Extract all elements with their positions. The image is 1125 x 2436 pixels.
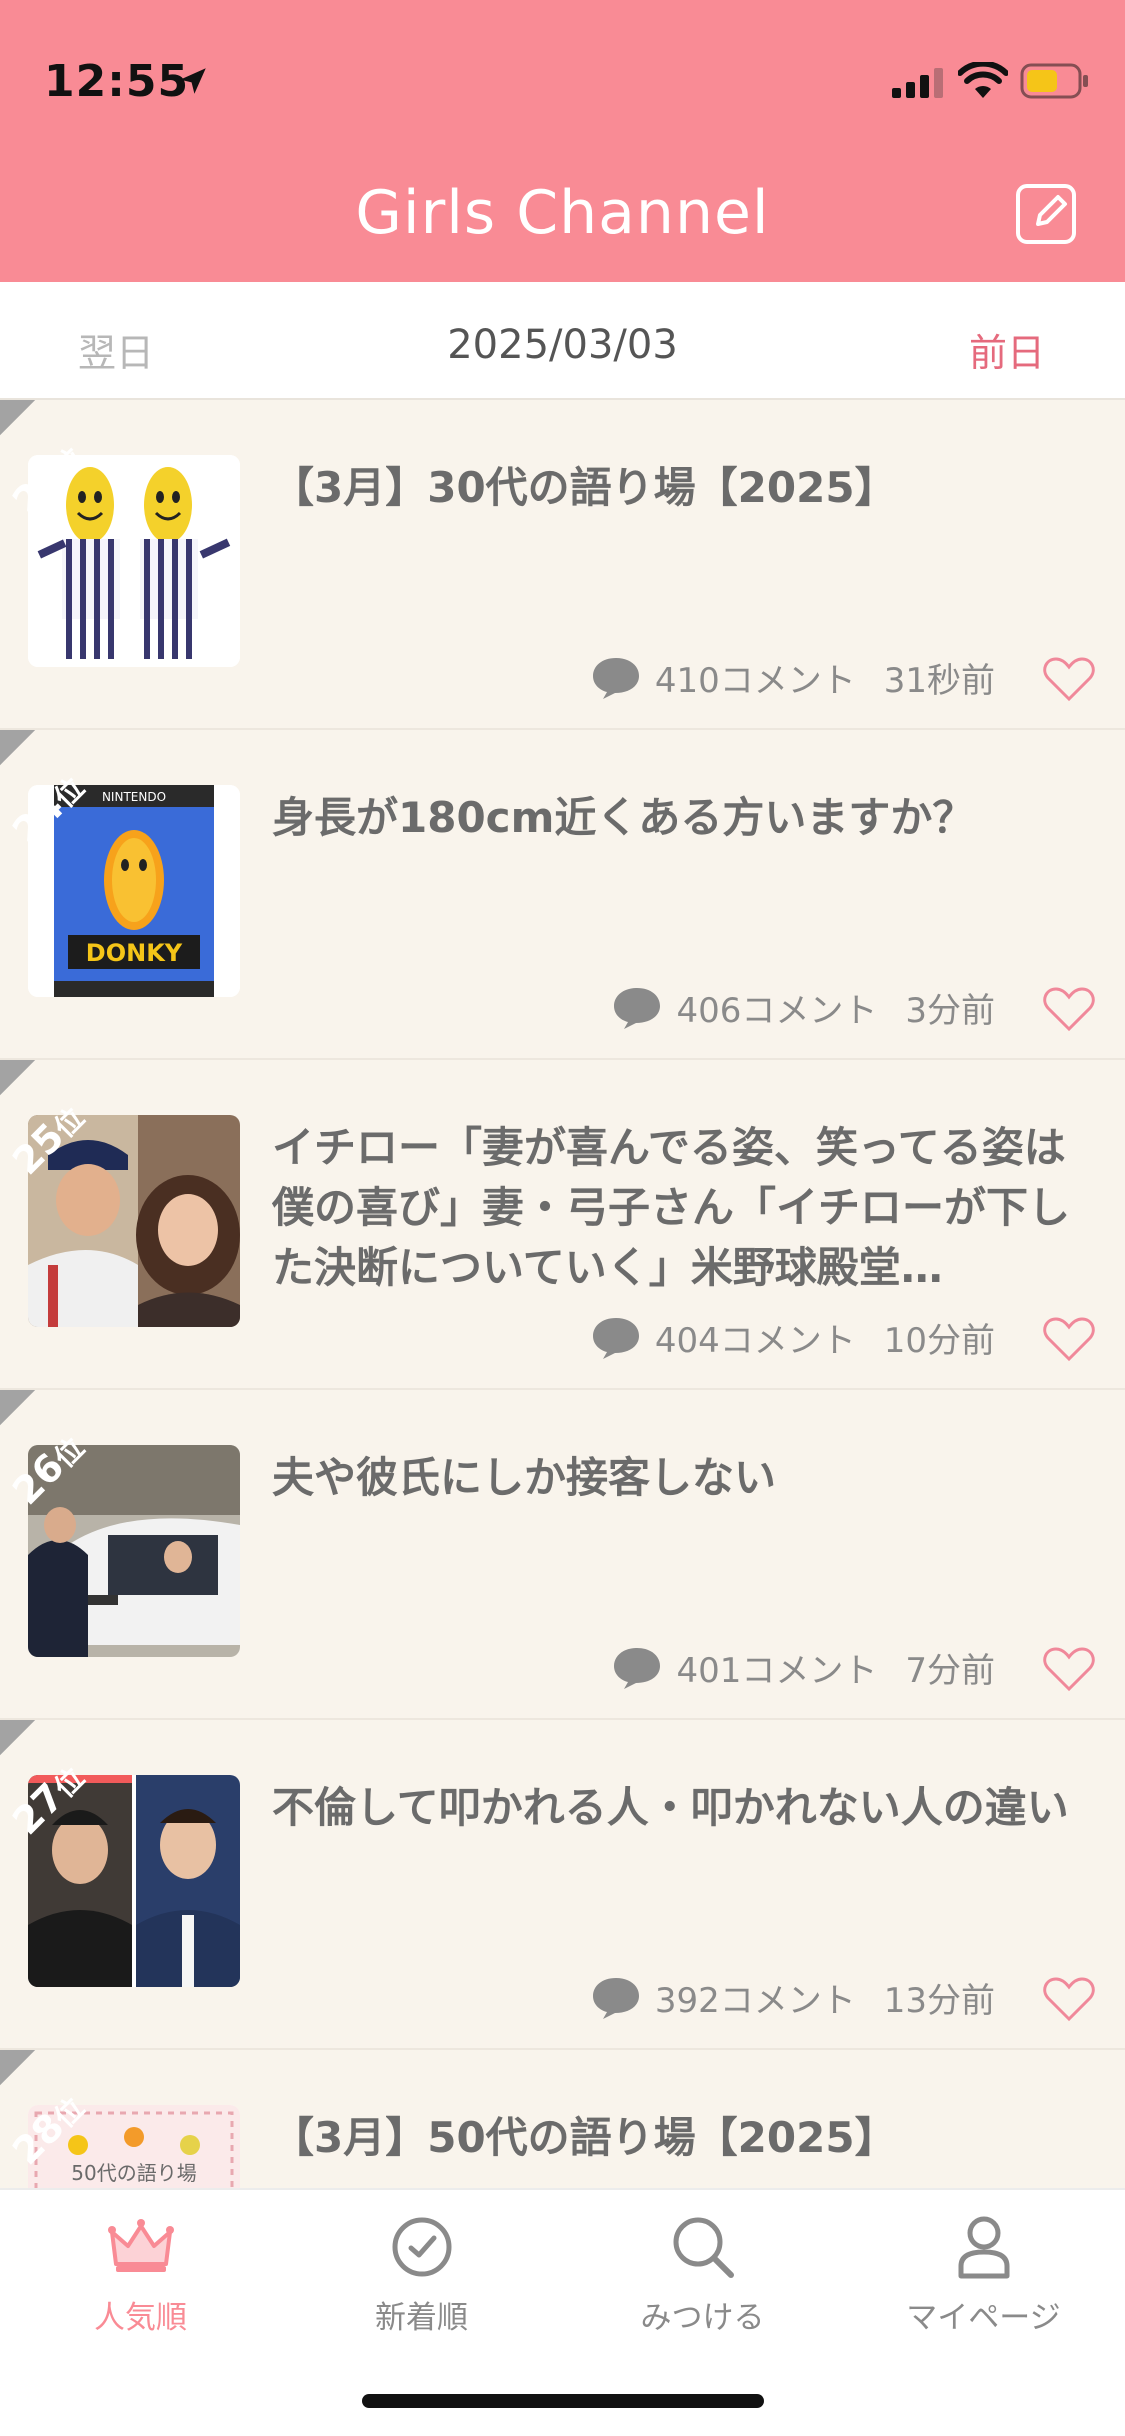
topic-meta: 406コメント 3分前 [612,983,995,1032]
post-time: 7分前 [905,1651,995,1691]
heart-icon[interactable] [1043,1316,1095,1362]
topic-title: 【3月】50代の語り場【2025】 [272,2113,897,2162]
post-time: 10分前 [883,1321,995,1361]
post-time: 13分前 [883,1981,995,2021]
topic-item[interactable]: 27位 不倫して叩かれる人・叩かれない人の違い 392コメント 13分前 [0,1720,1125,2050]
comment-icon [614,1647,661,1689]
post-time: 31秒前 [883,661,995,701]
heart-icon[interactable] [1043,1976,1095,2022]
status-time: 12:55 [44,56,190,107]
topic-item[interactable]: NINTENDO DONKY 24位 身長が180cm近くある方いますか？ 40… [0,730,1125,1060]
tab-label: みつける [640,2300,765,2336]
crown-icon [107,2219,174,2272]
comment-count: 410コメント [654,661,856,701]
battery-icon [1020,63,1088,99]
compose-icon[interactable] [1014,182,1078,246]
tab-label: マイページ [906,2300,1061,2336]
topic-meta: 404コメント 10分前 [591,1313,995,1362]
app-header: 12:55 Girls Channel [0,0,1125,282]
app-title: Girls Channel [355,178,770,248]
topic-title: 不倫して叩かれる人・叩かれない人の違い [272,1783,1069,1832]
tab-label: 新着順 [375,2300,468,2336]
cellular-signal-icon [892,68,943,98]
rank-badge: 27位 [0,1720,150,1870]
topic-title: 身長が180cm近くある方いますか？ [272,793,975,842]
rank-badge: 25位 [0,1060,150,1210]
rank-badge: 28位 [0,2050,150,2188]
date-navigation: 翌日 2025/03/03 前日 [0,282,1125,400]
home-indicator [362,2394,764,2408]
topic-meta: 401コメント 7分前 [612,1643,995,1692]
topic-item[interactable]: 50代の語り場 28位 【3月】50代の語り場【2025】 [0,2050,1125,2188]
tab-new[interactable]: 新着順 [281,2214,562,2337]
tab-mypage[interactable]: マイページ [843,2214,1124,2337]
comment-count: 404コメント [654,1321,856,1361]
heart-icon[interactable] [1043,656,1095,702]
clock-icon [392,2217,451,2277]
comment-count: 392コメント [654,1981,856,2021]
topic-title: イチロー「妻が喜んでる姿、笑ってる姿は僕の喜び」妻・弓子さん「イチローが下した決… [272,1123,1071,1292]
rank-badge: 23位 [0,400,150,550]
rank-badge: 24位 [0,730,150,880]
post-time: 3分前 [905,991,995,1031]
wifi-icon [958,62,1008,98]
topic-item[interactable]: 26位 夫や彼氏にしか接客しない 401コメント 7分前 [0,1390,1125,1720]
tab-discover[interactable]: みつける [562,2214,843,2337]
topic-item[interactable]: 25位 イチロー「妻が喜んでる姿、笑ってる姿は僕の喜び」妻・弓子さん「イチローが… [0,1060,1125,1390]
location-arrow-icon [180,68,206,94]
previous-day-button[interactable]: 前日 [969,322,1045,377]
comment-icon [592,1317,639,1359]
tab-popular[interactable]: 人気順 [0,2214,281,2337]
comment-icon [592,1977,639,2019]
topic-meta: 392コメント 13分前 [591,1973,995,2022]
topic-title: 夫や彼氏にしか接客しない [272,1453,777,1502]
person-icon [958,2216,1009,2279]
search-icon [673,2217,734,2278]
comment-count: 401コメント [676,1651,878,1691]
heart-icon[interactable] [1043,1646,1095,1692]
current-date: 2025/03/03 [447,322,678,368]
topic-list: 23位 【3月】30代の語り場【2025】 410コメント 31秒前 NINTE… [0,400,1125,2188]
rank-badge: 26位 [0,1390,150,1540]
comment-count: 406コメント [676,991,878,1031]
topic-meta: 410コメント 31秒前 [591,653,995,702]
heart-icon[interactable] [1043,986,1095,1032]
tab-label: 人気順 [94,2300,187,2336]
comment-icon [614,987,661,1029]
comment-icon [592,657,639,699]
topic-item[interactable]: 23位 【3月】30代の語り場【2025】 410コメント 31秒前 [0,400,1125,730]
svg-text:DONKY: DONKY [86,939,183,967]
topic-title: 【3月】30代の語り場【2025】 [272,463,897,512]
